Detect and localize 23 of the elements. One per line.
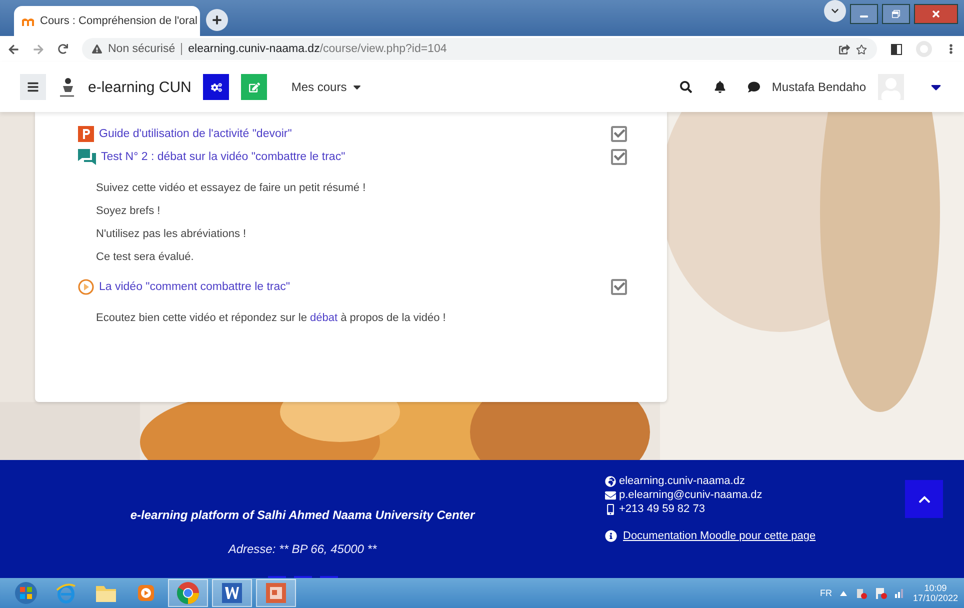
documentation-link[interactable]: Documentation Moodle pour cette page xyxy=(605,530,816,542)
description-text: Ecoutez bien cette vidéo et répondez sur le débat à propos de la vidéo ! xyxy=(96,312,447,324)
description-text: Suivez cette vidéo et essayez de faire un petit résumé ! xyxy=(96,182,367,194)
debate-link[interactable]: débat xyxy=(310,312,338,324)
security-label: Non sécurisé xyxy=(108,43,176,55)
contact-text: elearning.cuniv-naama.dz xyxy=(619,475,745,487)
url-path: /course/view.php?id=104 xyxy=(320,43,447,55)
browser-tab[interactable]: Cours : Compréhension de l'oral xyxy=(14,6,200,36)
address-bar[interactable]: Non sécurisé elearning.cuniv-naama.dz/course/view.php?id=104 xyxy=(82,38,877,60)
contact-text: +213 49 59 82 73 xyxy=(619,503,705,515)
contact-text: p.elearning@cuniv-naama.dz xyxy=(619,489,762,501)
courses-menu[interactable]: Mes cours xyxy=(285,79,369,95)
footer-address: Adresse: ** BP 66, 45000 ** xyxy=(228,542,377,556)
activity-link[interactable]: Test N° 2 : débat sur la vidéo "combattre le trac" xyxy=(101,150,606,162)
description-text: Ce test sera évalué. xyxy=(96,251,195,263)
footer-tagline: e-learning platform of Salhi Ahmed Naama University Center xyxy=(130,508,475,522)
description-text: Soyez brefs ! xyxy=(96,205,162,217)
activity-link[interactable]: Guide d'utilisation de l'activité "devoir" xyxy=(99,128,606,140)
user-name[interactable]: Mustafa Bendaho xyxy=(772,80,866,94)
url-host: elearning.cuniv-naama.dz xyxy=(188,43,320,55)
description-text: N'utilisez pas les abréviations ! xyxy=(96,228,248,240)
activity-link[interactable]: La vidéo "comment combattre le trac" xyxy=(99,280,606,292)
site-name[interactable]: e-learning CUN xyxy=(88,78,192,96)
